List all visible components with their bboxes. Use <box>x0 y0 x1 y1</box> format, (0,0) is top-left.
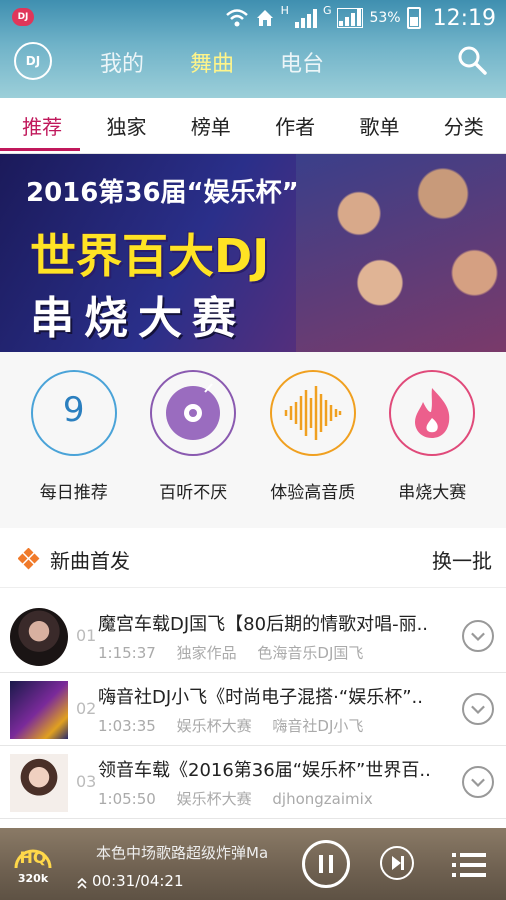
pause-button[interactable] <box>302 840 350 888</box>
vinyl-disc-icon <box>150 370 237 456</box>
nav-mine[interactable]: 我的 <box>100 46 144 78</box>
song-duration: 1:05:50 <box>98 790 156 808</box>
song-author: djhongzaimix <box>272 790 373 808</box>
dj-headphone-logo[interactable]: DJ <box>14 42 52 80</box>
song-tag: 娱乐杯大赛 <box>176 790 252 808</box>
song-index: 01 <box>76 626 97 645</box>
signal-2-icon <box>337 8 364 28</box>
tab-recommend[interactable]: 推荐 <box>18 111 66 140</box>
quick-never-tired[interactable]: 百听不厌 <box>138 370 248 528</box>
song-duration: 1:15:37 <box>98 644 156 662</box>
chevron-down-icon[interactable] <box>462 766 494 798</box>
pause-icon <box>319 855 333 873</box>
next-track-icon <box>392 856 404 870</box>
playlist-icon[interactable] <box>452 850 486 880</box>
song-index: 03 <box>76 772 97 791</box>
song-row[interactable]: 02 嗨音社DJ小飞《时尚电子混搭·“娱乐杯”.. 1:03:35 娱乐杯大赛 … <box>0 673 506 746</box>
now-playing-title: 本色中场歌路超级炸弹Ma <box>96 844 269 862</box>
tab-exclusive[interactable]: 独家 <box>102 111 150 140</box>
network-g-label: G <box>322 4 332 17</box>
song-title: 嗨音社DJ小飞《时尚电子混搭·“娱乐杯”.. <box>98 687 423 708</box>
song-meta: 1:03:35 娱乐杯大赛 嗨音社DJ小飞 <box>98 715 379 736</box>
section-title: 新曲首发 <box>50 549 130 573</box>
song-meta: 1:05:50 娱乐杯大赛 djhongzaimix <box>98 788 389 809</box>
quick-label: 百听不厌 <box>159 483 228 503</box>
mini-player[interactable]: HQ 320k 本色中场歌路超级炸弹Ma 00:31/04:21 <box>0 828 506 900</box>
wifi-icon <box>225 9 248 27</box>
quick-hifi[interactable]: 体验高音质 <box>258 370 368 528</box>
calendar-9-icon: 9 <box>30 370 117 456</box>
promo-banner[interactable]: 2016第36届“娱乐杯” 世界百大DJ 串烧大赛 <box>0 154 506 352</box>
hq-quality-icon[interactable]: HQ 320k <box>12 842 54 886</box>
banner-subtitle: 串烧大赛 <box>30 293 246 344</box>
clock: 12:19 <box>432 5 496 31</box>
quick-label: 每日推荐 <box>39 483 108 503</box>
active-tab-indicator <box>0 148 80 151</box>
banner-photo <box>296 154 506 352</box>
signal-icon <box>294 8 317 28</box>
song-author: 色海音乐DJ国飞 <box>257 644 364 662</box>
song-row[interactable]: 03 领音车载《2016第36届“娱乐杯”世界百.. 1:05:50 娱乐杯大赛… <box>0 746 506 819</box>
quick-daily-recommend[interactable]: 9 每日推荐 <box>19 370 129 528</box>
tab-playlists[interactable]: 歌单 <box>355 111 403 140</box>
song-index: 02 <box>76 699 97 718</box>
song-tag: 独家作品 <box>176 644 237 662</box>
app-notification-icon: DJ <box>12 8 34 26</box>
quick-links: 9 每日推荐 百听不厌 体验高音质 串烧大赛 <box>0 352 506 528</box>
status-right: H G 53% 12:19 <box>225 4 496 32</box>
top-nav: 我的 舞曲 电台 <box>100 46 324 78</box>
soundwave-icon <box>269 370 356 456</box>
search-icon[interactable] <box>456 44 488 76</box>
banner-title: 世界百大DJ <box>30 229 270 283</box>
battery-icon <box>406 7 421 29</box>
bitrate-label: 320k <box>17 872 49 885</box>
song-row[interactable]: 01 魔宫车载DJ国飞【80后期的情歌对唱-丽.. 1:15:37 独家作品 色… <box>0 600 506 673</box>
song-title: 领音车载《2016第36届“娱乐杯”世界百.. <box>98 760 431 781</box>
song-thumbnail <box>10 681 68 739</box>
song-tag: 娱乐杯大赛 <box>176 717 252 735</box>
next-button[interactable] <box>380 846 414 880</box>
song-title: 魔宫车载DJ国飞【80后期的情歌对唱-丽.. <box>98 614 429 635</box>
song-meta: 1:15:37 独家作品 色海音乐DJ国飞 <box>98 642 379 663</box>
category-tabs: 推荐 独家 榜单 作者 歌单 分类 <box>0 98 506 154</box>
nav-radio[interactable]: 电台 <box>280 46 324 78</box>
song-thumbnail <box>10 608 68 666</box>
quick-label: 体验高音质 <box>270 483 356 503</box>
daily-number: 9 <box>62 390 85 430</box>
banner-year-line: 2016第36届“娱乐杯” <box>26 178 299 208</box>
header: DJ H G 53% 12:19 DJ 我的 舞曲 电台 <box>0 0 506 98</box>
quick-label: 串烧大赛 <box>398 483 467 503</box>
quick-medley-contest[interactable]: 串烧大赛 <box>377 370 487 528</box>
song-author: 嗨音社DJ小飞 <box>272 717 364 735</box>
song-duration: 1:03:35 <box>98 717 156 735</box>
flame-icon <box>389 370 476 456</box>
app-bar: DJ 我的 舞曲 电台 <box>0 36 506 98</box>
tab-categories[interactable]: 分类 <box>440 111 488 140</box>
battery-percent: 53% <box>369 10 401 26</box>
tab-charts[interactable]: 榜单 <box>187 111 235 140</box>
song-thumbnail <box>10 754 68 812</box>
chevron-down-icon[interactable] <box>462 620 494 652</box>
diamond-icon <box>18 548 40 570</box>
playback-time: 00:31/04:21 <box>92 872 184 890</box>
home-icon <box>256 10 273 26</box>
status-bar: DJ H G 53% 12:19 <box>0 0 506 36</box>
network-h-label: H <box>280 4 289 17</box>
expand-up-icon[interactable] <box>76 876 88 890</box>
section-header: 新曲首发 换一批 <box>0 528 506 588</box>
new-songs-section: 新曲首发 换一批 01 魔宫车载DJ国飞【80后期的情歌对唱-丽.. 1:15:… <box>0 528 506 828</box>
nav-dance[interactable]: 舞曲 <box>190 46 234 78</box>
quality-label: HQ <box>19 848 47 867</box>
tab-authors[interactable]: 作者 <box>271 111 319 140</box>
refresh-button[interactable]: 换一批 <box>432 545 492 574</box>
chevron-down-icon[interactable] <box>462 693 494 725</box>
